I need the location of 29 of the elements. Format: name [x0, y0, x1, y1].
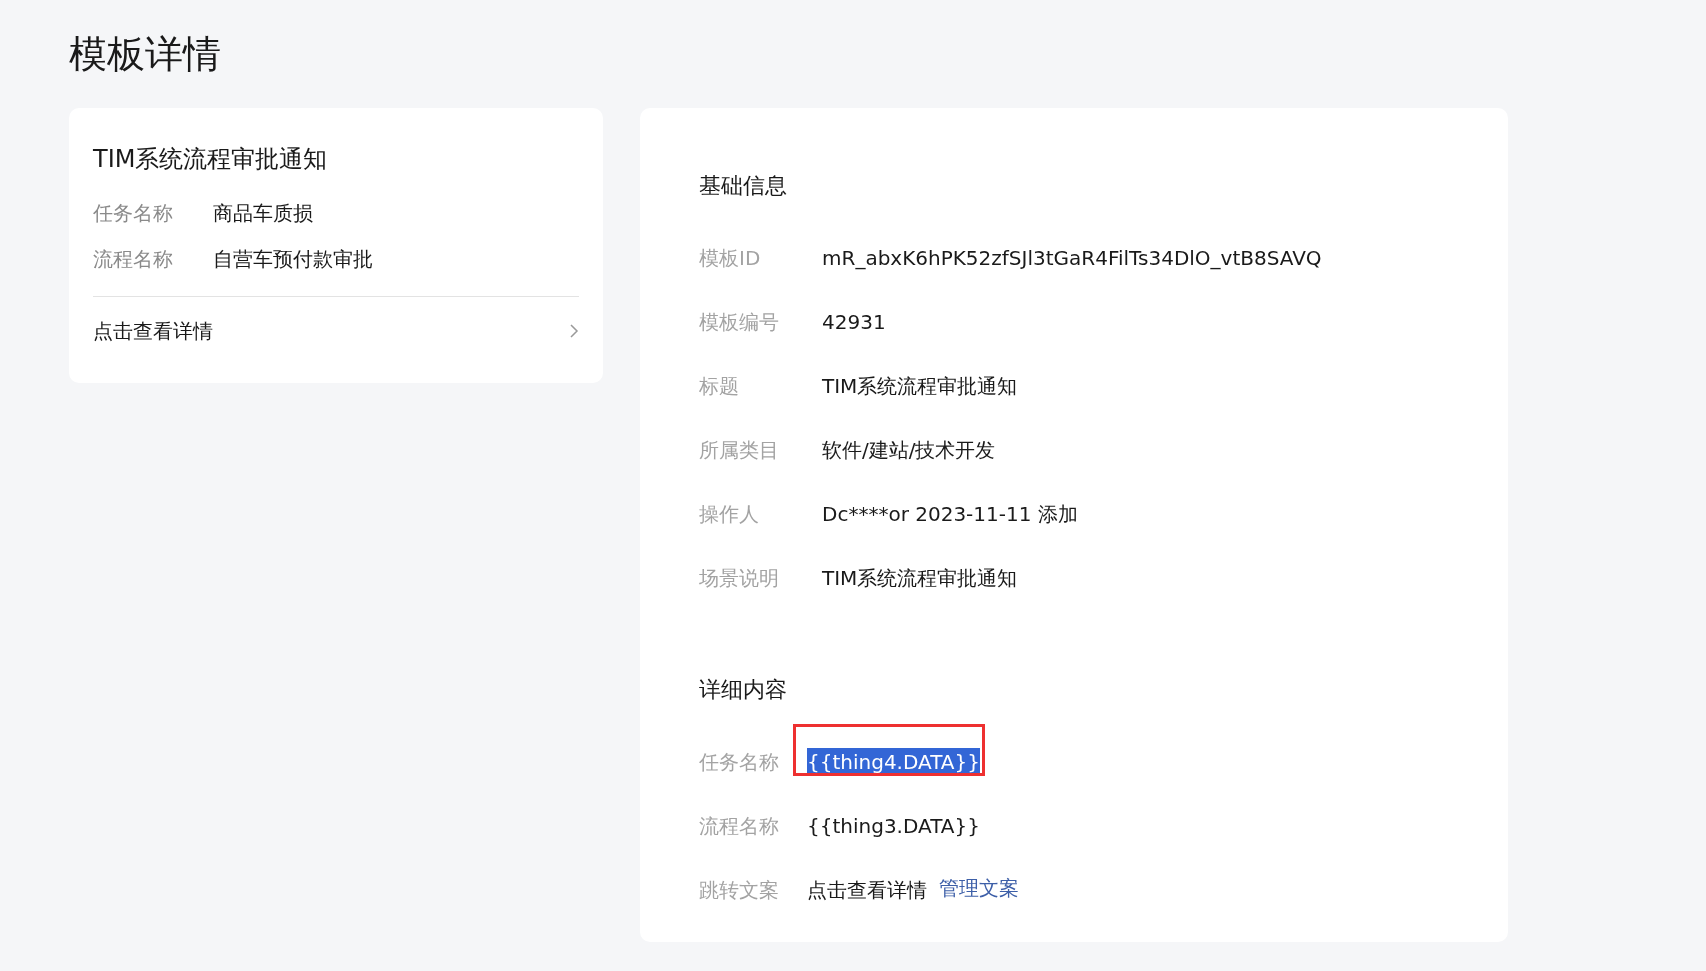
manage-copy-link[interactable]: 管理文案: [939, 874, 1019, 906]
field-label: 流程名称: [93, 245, 174, 273]
field-label: 所属类目: [699, 436, 780, 464]
field-value: 点击查看详情: [807, 876, 927, 904]
view-details-link[interactable]: 点击查看详情: [93, 317, 213, 345]
field-value: {{thing3.DATA}}: [807, 813, 980, 840]
field-value: mR_abxK6hPK52zfSJl3tGaR4FilTs34DlO_vtB8SAVQ: [822, 246, 1322, 270]
field-label: 模板ID: [699, 244, 762, 272]
chevron-right-icon[interactable]: [569, 323, 579, 339]
field-value: 软件/建站/技术开发: [822, 436, 996, 464]
field-value: TIM系统流程审批通知: [822, 372, 1018, 400]
field-label: 任务名称: [93, 199, 174, 227]
field-value: Dc****or 2023-11-11 添加: [822, 500, 1078, 528]
field-value: 自营车预付款审批: [213, 245, 373, 273]
page-title: 模板详情: [69, 31, 221, 78]
field-value: {{thing4.DATA}}: [807, 748, 980, 776]
section-heading: 基础信息: [699, 172, 787, 200]
field-label: 任务名称: [699, 748, 780, 776]
section-heading: 详细内容: [699, 676, 787, 704]
field-value: 42931: [822, 310, 886, 334]
field-value: 商品车质损: [213, 199, 313, 227]
field-label: 标题: [699, 372, 740, 400]
field-label: 场景说明: [699, 564, 780, 592]
field-label: 模板编号: [699, 308, 780, 336]
field-label: 流程名称: [699, 812, 780, 840]
field-label: 跳转文案: [699, 876, 780, 904]
field-value: TIM系统流程审批通知: [822, 564, 1018, 592]
field-label: 操作人: [699, 500, 760, 528]
card-title: TIM系统流程审批通知: [93, 144, 329, 175]
